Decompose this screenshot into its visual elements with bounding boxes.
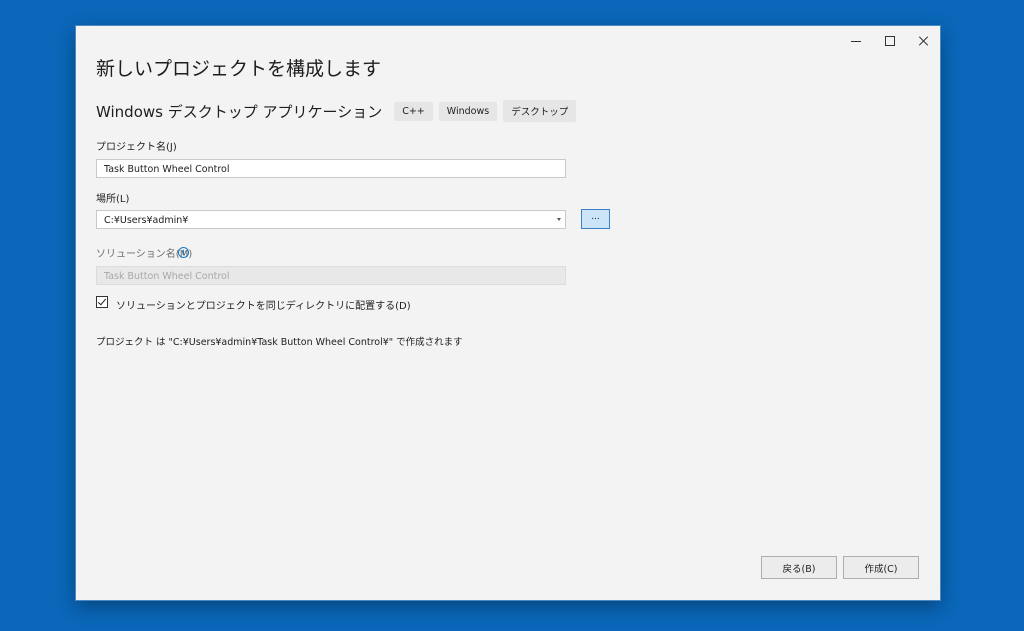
close-icon — [919, 36, 929, 46]
chevron-down-icon[interactable] — [557, 218, 561, 221]
minimize-icon — [851, 40, 861, 42]
template-name: Windows デスクトップ アプリケーション — [96, 102, 383, 121]
tag-desktop: デスクトップ — [503, 100, 577, 122]
location-label: 場所(L) — [96, 194, 130, 205]
same-directory-checkbox[interactable] — [96, 296, 108, 308]
browse-button[interactable]: ... — [581, 209, 610, 229]
project-name-label: プロジェクト名(J) — [96, 142, 177, 153]
project-path-info: プロジェクト は "C:¥Users¥admin¥Task Button Whe… — [96, 337, 463, 348]
tag-windows: Windows — [438, 101, 498, 121]
maximize-button[interactable] — [876, 30, 904, 52]
create-button[interactable]: 作成(C) — [843, 556, 919, 579]
solution-name-input: Task Button Wheel Control — [96, 266, 566, 285]
template-header: Windows デスクトップ アプリケーション C++ Windows デスクト… — [96, 100, 582, 122]
maximize-icon — [885, 36, 895, 46]
page-title: 新しいプロジェクトを構成します — [96, 58, 382, 80]
minimize-button[interactable] — [842, 30, 870, 52]
location-value: C:¥Users¥admin¥ — [104, 215, 189, 226]
location-combobox[interactable]: C:¥Users¥admin¥ — [96, 210, 566, 229]
checkmark-icon — [97, 296, 107, 306]
project-name-input[interactable]: Task Button Wheel Control — [96, 159, 566, 178]
configure-project-dialog: 新しいプロジェクトを構成します Windows デスクトップ アプリケーション … — [76, 26, 940, 600]
back-button[interactable]: 戻る(B) — [761, 556, 837, 579]
close-button[interactable] — [910, 30, 938, 52]
tag-cpp: C++ — [394, 101, 433, 121]
info-icon[interactable]: i — [178, 247, 189, 258]
same-directory-label[interactable]: ソリューションとプロジェクトを同じディレクトリに配置する(D) — [116, 297, 411, 312]
